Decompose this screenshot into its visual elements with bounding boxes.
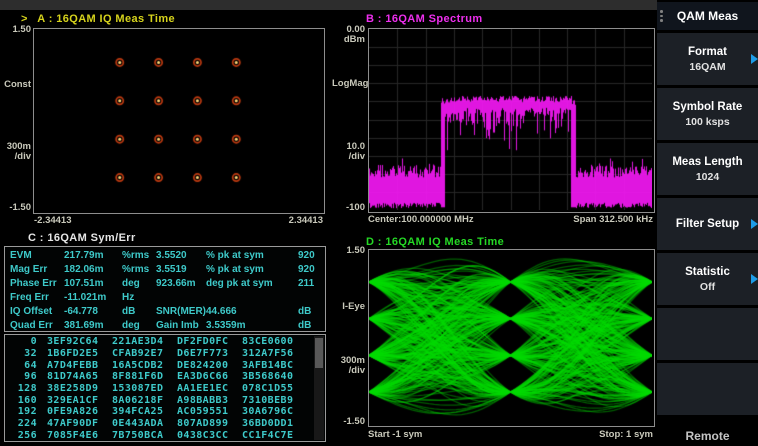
sym-err-row: IQ Offset -64.778 dB SNR(MER) 44.666 dB bbox=[10, 305, 312, 317]
softkey-filter-setup[interactable]: Filter Setup bbox=[657, 198, 758, 250]
a-axis-scale-unit: /div bbox=[14, 151, 31, 162]
trace-a-title: A : 16QAM IQ Meas Time bbox=[37, 13, 176, 25]
spectrum-plot bbox=[368, 28, 655, 213]
softkey-empty-5[interactable] bbox=[657, 308, 758, 360]
submenu-arrow-icon bbox=[751, 54, 758, 64]
trace-d-title: D : 16QAM IQ Meas Time bbox=[366, 236, 505, 248]
constellation-canvas bbox=[34, 29, 322, 211]
submenu-arrow-icon bbox=[751, 274, 758, 284]
sym-err-row: Freq Err -11.021m Hz bbox=[10, 291, 135, 303]
top-strip bbox=[0, 0, 657, 10]
b-center-freq: Center:100.000000 MHz bbox=[368, 214, 474, 225]
hex-row: 64 A7D4FEBB 16A5CDB2 DE824200 3AFB14BC bbox=[24, 359, 294, 371]
a-axis-x-left: -2.34413 bbox=[34, 215, 72, 226]
a-axis-format: Const bbox=[4, 79, 31, 90]
hex-row: 0 3EF92C64 221AE3D4 DF2FD0FC 83CE0600 bbox=[30, 336, 294, 348]
d-start-label: Start -1 sym bbox=[368, 429, 423, 440]
hex-table-scroll-thumb[interactable] bbox=[315, 338, 323, 368]
hex-row: 160 329EA1CF 8A06218F A98BABB3 7310BEB9 bbox=[17, 394, 294, 406]
a-axis-x-right: 2.34413 bbox=[288, 215, 323, 226]
menu-title: QAM Meas bbox=[676, 9, 739, 23]
analyzer-screen: > A : 16QAM IQ Meas Time 1.50 Const 300m… bbox=[0, 0, 758, 446]
hex-row: 96 81D74A65 8F881F6D EA3D6C66 3B568640 bbox=[24, 371, 294, 383]
sym-err-row: Phase Err 107.51m deg 923.66m deg pk at sym 2… bbox=[10, 277, 315, 289]
constellation-plot bbox=[33, 28, 325, 214]
remote-status: Remote bbox=[685, 429, 730, 443]
d-axis-scale-unit: /div bbox=[348, 365, 365, 376]
softkey-meas-length[interactable]: Meas Length 1024 bbox=[657, 143, 758, 195]
eye-plot bbox=[368, 249, 655, 427]
hex-row: 256 7085F4E6 7B750BCA 0438C3CC CC1F4C7E bbox=[17, 429, 294, 441]
b-axis-format: LogMag bbox=[332, 78, 369, 89]
eye-canvas bbox=[369, 250, 652, 424]
hex-table-scrollbar[interactable] bbox=[314, 336, 324, 440]
a-axis-ref-top: 1.50 bbox=[12, 24, 32, 35]
d-stop-label: Stop: 1 sym bbox=[599, 429, 653, 440]
b-axis-ref-bottom: -100 bbox=[345, 202, 365, 213]
softkey-menu: QAM Meas Format 16QAM Symbol Rate 100 ksps M… bbox=[657, 0, 758, 446]
d-axis-format: I-Eye bbox=[342, 301, 365, 312]
d-axis-ref-top: 1.50 bbox=[346, 245, 366, 256]
menu-title-bar[interactable]: QAM Meas bbox=[657, 2, 758, 30]
b-axis-ref-unit: dBm bbox=[343, 34, 365, 45]
softkey-format[interactable]: Format 16QAM bbox=[657, 33, 758, 85]
hex-row: 32 1B6FD2E5 CFAB92E7 D6E7F773 312A7F56 bbox=[24, 348, 294, 360]
b-axis-scale-unit: /div bbox=[348, 151, 365, 162]
d-axis-ref-bottom: -1.50 bbox=[343, 416, 365, 427]
sym-err-row: Quad Err 381.69m deg Gain Imb 3.5359m dB bbox=[10, 319, 312, 331]
sym-err-table: EVM 217.79m %rms 3.5520% pk at sym 920 Mag Er… bbox=[4, 246, 326, 332]
b-span: Span 312.500 kHz bbox=[573, 214, 653, 225]
hex-row: 224 47AF90DF 0E443ADA 807AD899 36BD0DD1 bbox=[17, 418, 294, 430]
trace-c-title: C : 16QAM Sym/Err bbox=[28, 232, 136, 244]
trace-b-title: B : 16QAM Spectrum bbox=[366, 13, 483, 25]
softkey-empty-6[interactable] bbox=[657, 363, 758, 415]
softkey-symbol-rate[interactable]: Symbol Rate 100 ksps bbox=[657, 88, 758, 140]
sym-err-row: Mag Err 182.06m %rms 3.5519% pk at sym 920 bbox=[10, 263, 315, 275]
hex-row: 128 38E258D9 153087ED AA1EE1EC 078C1D55 bbox=[17, 383, 294, 395]
softkey-statistic[interactable]: Statistic Off bbox=[657, 253, 758, 305]
sym-err-row: EVM 217.79m %rms 3.5520% pk at sym 920 bbox=[10, 249, 315, 261]
spectrum-canvas bbox=[369, 29, 652, 210]
submenu-arrow-icon bbox=[751, 219, 758, 229]
a-axis-ref-bottom: -1.50 bbox=[9, 202, 31, 213]
menu-handle-icon bbox=[660, 10, 663, 22]
symbol-hex-table: 0 3EF92C64 221AE3D4 DF2FD0FC 83CE0600 32 1B6FD… bbox=[4, 334, 326, 442]
hex-row: 192 0FE9A826 394FCA25 AC059551 30A6796C bbox=[17, 406, 294, 418]
